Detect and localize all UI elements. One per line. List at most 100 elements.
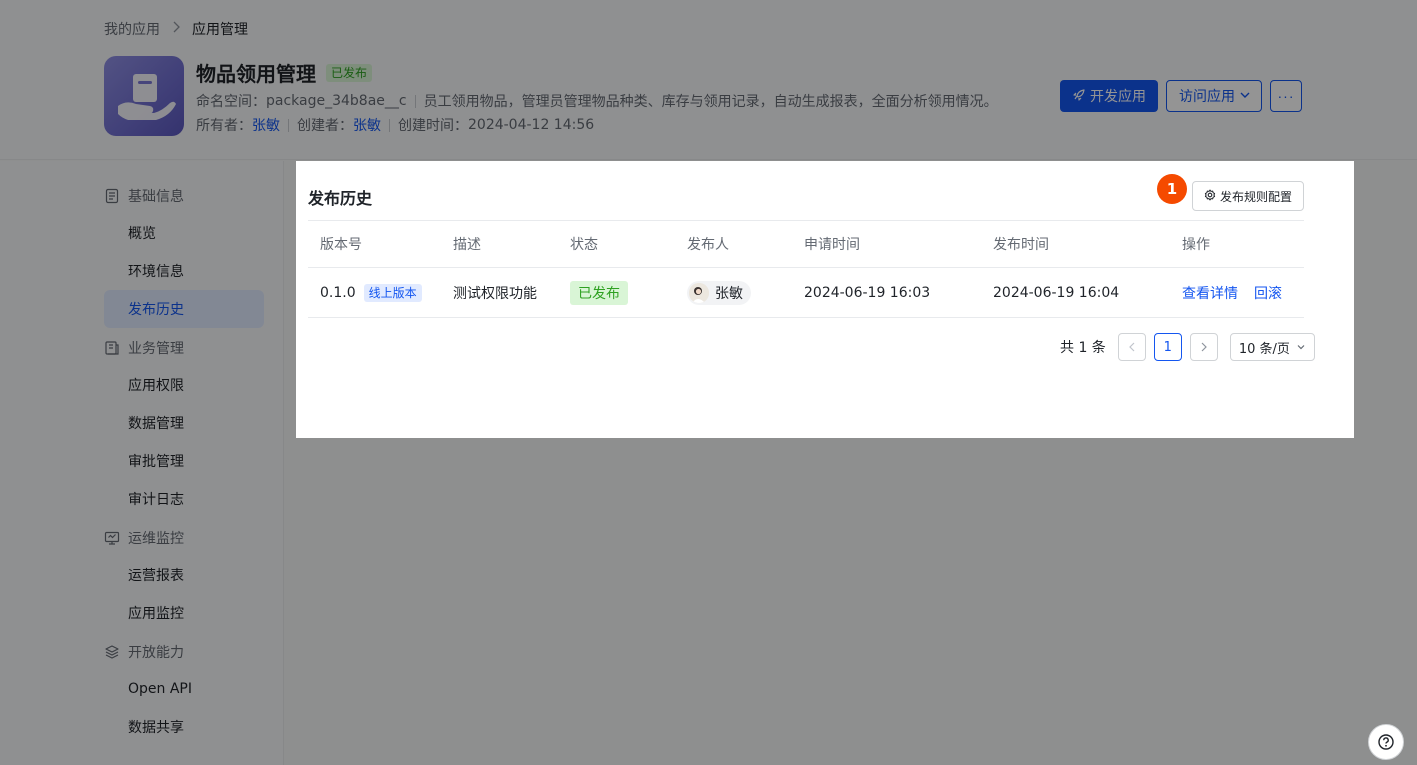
app-title-row: 物品领用管理 已发布 [196,58,373,87]
publisher-name: 张敏 [715,285,743,302]
status-badge: 已发布 [570,280,628,305]
avatar [689,282,709,303]
view-details-link[interactable]: 查看详情 [1182,283,1238,303]
sidebar-group-open: 开放能力 [104,642,184,662]
app-status-badge: 已发布 [326,63,373,82]
description-cell: 测试权限功能 [453,285,537,302]
app-header: 我的应用 应用管理 物品领用管理 已发布 命名空间： package_34b8a… [0,0,1417,160]
guide-step-badge: 1 [1157,174,1187,204]
sidebar-item-app-permissions[interactable]: 应用权限 [104,366,264,404]
col-description: 描述 [453,237,481,253]
owner-link[interactable]: 张敏 [252,115,280,135]
develop-app-button[interactable]: 开发应用 [1060,80,1158,112]
page-button-current[interactable]: 1 [1153,333,1182,361]
pagination-total: 共 1 条 [1060,340,1106,356]
sidebar-item-release-history[interactable]: 发布历史 [104,290,264,328]
chevron-left-icon [1128,342,1135,352]
release-rule-config-button[interactable]: 发布规则配置 [1192,181,1305,211]
created-at: 2024-04-12 14:56 [468,117,595,133]
sidebar-item-audit-log[interactable]: 审计日志 [104,480,264,518]
more-icon: ··· [1277,88,1295,104]
sidebar-group-label: 运维监控 [128,531,184,547]
published-at-cell: 2024-06-19 16:04 [993,284,1120,301]
app-name: 物品领用管理 [196,62,316,86]
applied-at-cell: 2024-06-19 16:03 [804,284,931,301]
publisher-chip[interactable]: 张敏 [687,280,751,305]
gear-icon [1204,189,1216,204]
table-header: 版本号 描述 状态 发布人 申请时间 发布时间 操作 [308,220,1304,268]
sidebar-item-app-monitor[interactable]: 应用监控 [104,594,264,632]
col-status: 状态 [570,237,598,253]
chevron-down-icon [1297,345,1305,350]
app-logo-icon [104,56,184,136]
sidebar-group-business: 业务管理 [104,338,184,358]
creator-link[interactable]: 张敏 [353,115,381,135]
rocket-icon [1072,88,1086,105]
sidebar-group-label: 开放能力 [128,645,184,661]
namespace-label: 命名空间： [196,94,266,110]
sidebar-item-open-api[interactable]: Open API [104,670,264,708]
sidebar-item-overview[interactable]: 概览 [104,214,264,252]
breadcrumb-my-apps[interactable]: 我的应用 [104,19,160,39]
sidebar-item-approval[interactable]: 审批管理 [104,442,264,480]
question-icon [1378,734,1394,750]
chevron-right-icon [172,21,180,37]
sidebar-group-label: 业务管理 [128,341,184,357]
col-actions: 操作 [1182,237,1210,253]
pagination: 共 1 条 1 10 条/页 [1060,333,1315,361]
divider [389,118,390,132]
col-publisher: 发布人 [687,237,729,253]
dim-overlay [1354,161,1417,765]
creator-label: 创建者： [297,118,353,134]
col-version: 版本号 [320,237,362,253]
app-description: 员工领用物品，管理员管理物品种类、库存与领用记录，自动生成报表，全面分析领用情况… [423,94,998,110]
briefcase-icon [104,340,120,356]
online-version-tag: 线上版本 [363,283,422,302]
app-meta-people: 所有者： 张敏 创建者： 张敏 创建时间： 2024-04-12 14:56 [196,115,594,135]
prev-page-button[interactable] [1117,333,1146,361]
card-title: 发布历史 [308,189,373,208]
doc-icon [104,188,120,204]
owner-label: 所有者： [196,118,252,134]
status-cell: 已发布 [570,268,628,317]
header-actions: 开发应用 访问应用 ··· [1060,80,1302,112]
sidebar-item-ops-report[interactable]: 运营报表 [104,556,264,594]
divider [414,94,416,108]
sidebar-group-ops: 运维监控 [104,528,184,548]
namespace-value: package_34b8ae__c [266,93,407,109]
col-published-at: 发布时间 [993,237,1049,253]
divider [288,118,289,132]
created-label: 创建时间： [398,118,468,134]
release-rule-config-label: 发布规则配置 [1220,189,1293,204]
visit-app-button[interactable]: 访问应用 [1166,80,1262,112]
monitor-icon [104,530,120,546]
version-cell: 0.1.0 线上版本 [320,268,422,317]
help-button[interactable] [1368,724,1404,760]
breadcrumb: 我的应用 应用管理 [104,19,248,39]
visit-app-label: 访问应用 [1179,88,1235,104]
develop-app-label: 开发应用 [1090,88,1146,104]
layers-icon [104,644,120,660]
page-size-value: 10 条/页 [1238,341,1290,357]
sidebar-item-env-info[interactable]: 环境信息 [104,252,264,290]
chevron-right-icon [1201,342,1207,352]
next-page-button[interactable] [1189,333,1218,361]
release-table: 版本号 描述 状态 发布人 申请时间 发布时间 操作 0.1.0 线上版本 测试… [308,220,1304,318]
release-history-card: 发布历史 1 发布规则配置 版本号 描述 状态 发布人 申请时间 发布时间 操作… [296,161,1354,438]
sidebar-item-data-management[interactable]: 数据管理 [104,404,264,442]
dim-overlay [296,438,1354,765]
publisher-cell: 张敏 [687,268,751,317]
sidebar-group-basic-info: 基础信息 [104,186,184,206]
page-size-select[interactable]: 10 条/页 [1229,333,1315,361]
sidebar-group-label: 基础信息 [128,189,184,205]
breadcrumb-current: 应用管理 [192,22,248,38]
app-meta-namespace: 命名空间： package_34b8ae__c 员工领用物品，管理员管理物品种类… [196,91,998,111]
more-button[interactable]: ··· [1270,80,1302,112]
actions-cell: 查看详情 回滚 [1182,268,1298,317]
table-row: 0.1.0 线上版本 测试权限功能 已发布 张敏 2024-06-19 16:0… [308,268,1304,318]
page: 我的应用 应用管理 物品领用管理 已发布 命名空间： package_34b8a… [0,0,1417,765]
rollback-link[interactable]: 回滚 [1254,283,1282,303]
version-number: 0.1.0 [320,284,356,301]
sidebar-item-data-sharing[interactable]: 数据共享 [104,708,264,746]
chevron-down-icon [1239,88,1251,104]
